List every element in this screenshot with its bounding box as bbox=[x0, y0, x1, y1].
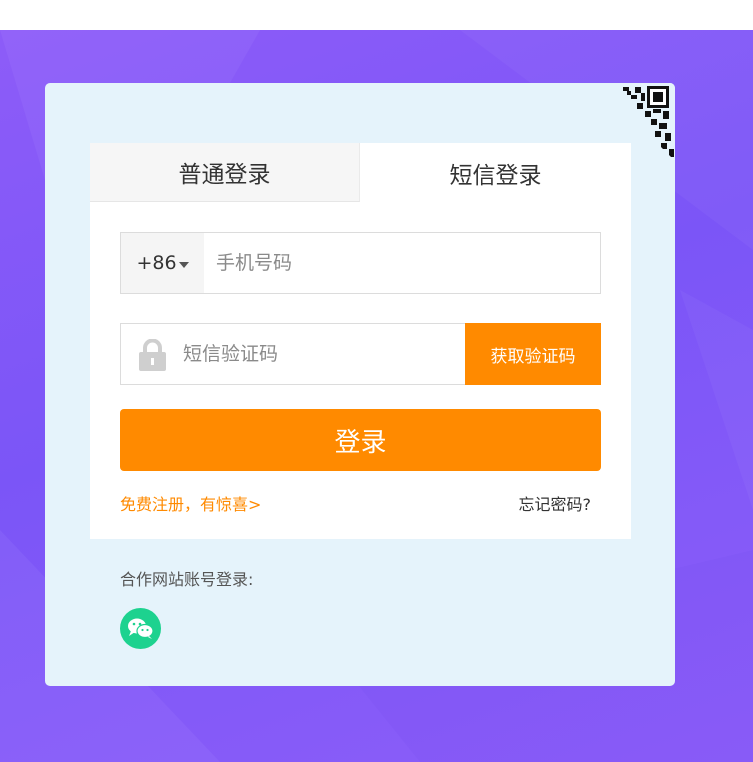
phone-field: +86 bbox=[120, 232, 601, 294]
sms-code-input[interactable] bbox=[183, 324, 453, 384]
caret-down-icon bbox=[178, 261, 189, 268]
tab-normal-login[interactable]: 普通登录 bbox=[90, 143, 360, 202]
country-code-select[interactable]: +86 bbox=[121, 233, 204, 293]
wechat-login-button[interactable] bbox=[120, 608, 161, 649]
top-bar bbox=[0, 0, 753, 30]
country-code-value: +86 bbox=[136, 252, 177, 274]
login-tabs: 普通登录 短信登录 bbox=[90, 143, 631, 202]
wechat-icon bbox=[128, 618, 154, 639]
register-link[interactable]: 免费注册，有惊喜> bbox=[120, 491, 261, 515]
login-panel: 普通登录 短信登录 +86 获取验证码 登录 免费注册，有惊喜> 忘记密码? bbox=[90, 143, 631, 539]
login-card: 普通登录 短信登录 +86 获取验证码 登录 免费注册，有惊喜> 忘记密码? 合… bbox=[45, 83, 675, 686]
tab-sms-login[interactable]: 短信登录 bbox=[360, 143, 631, 202]
forgot-password-link[interactable]: 忘记密码? bbox=[519, 491, 592, 515]
lock-icon bbox=[139, 339, 166, 371]
partner-login-label: 合作网站账号登录: bbox=[120, 570, 254, 589]
get-code-button[interactable]: 获取验证码 bbox=[465, 323, 601, 385]
login-button[interactable]: 登录 bbox=[120, 409, 601, 471]
sms-field: 获取验证码 bbox=[120, 323, 601, 385]
phone-input[interactable] bbox=[216, 233, 596, 293]
